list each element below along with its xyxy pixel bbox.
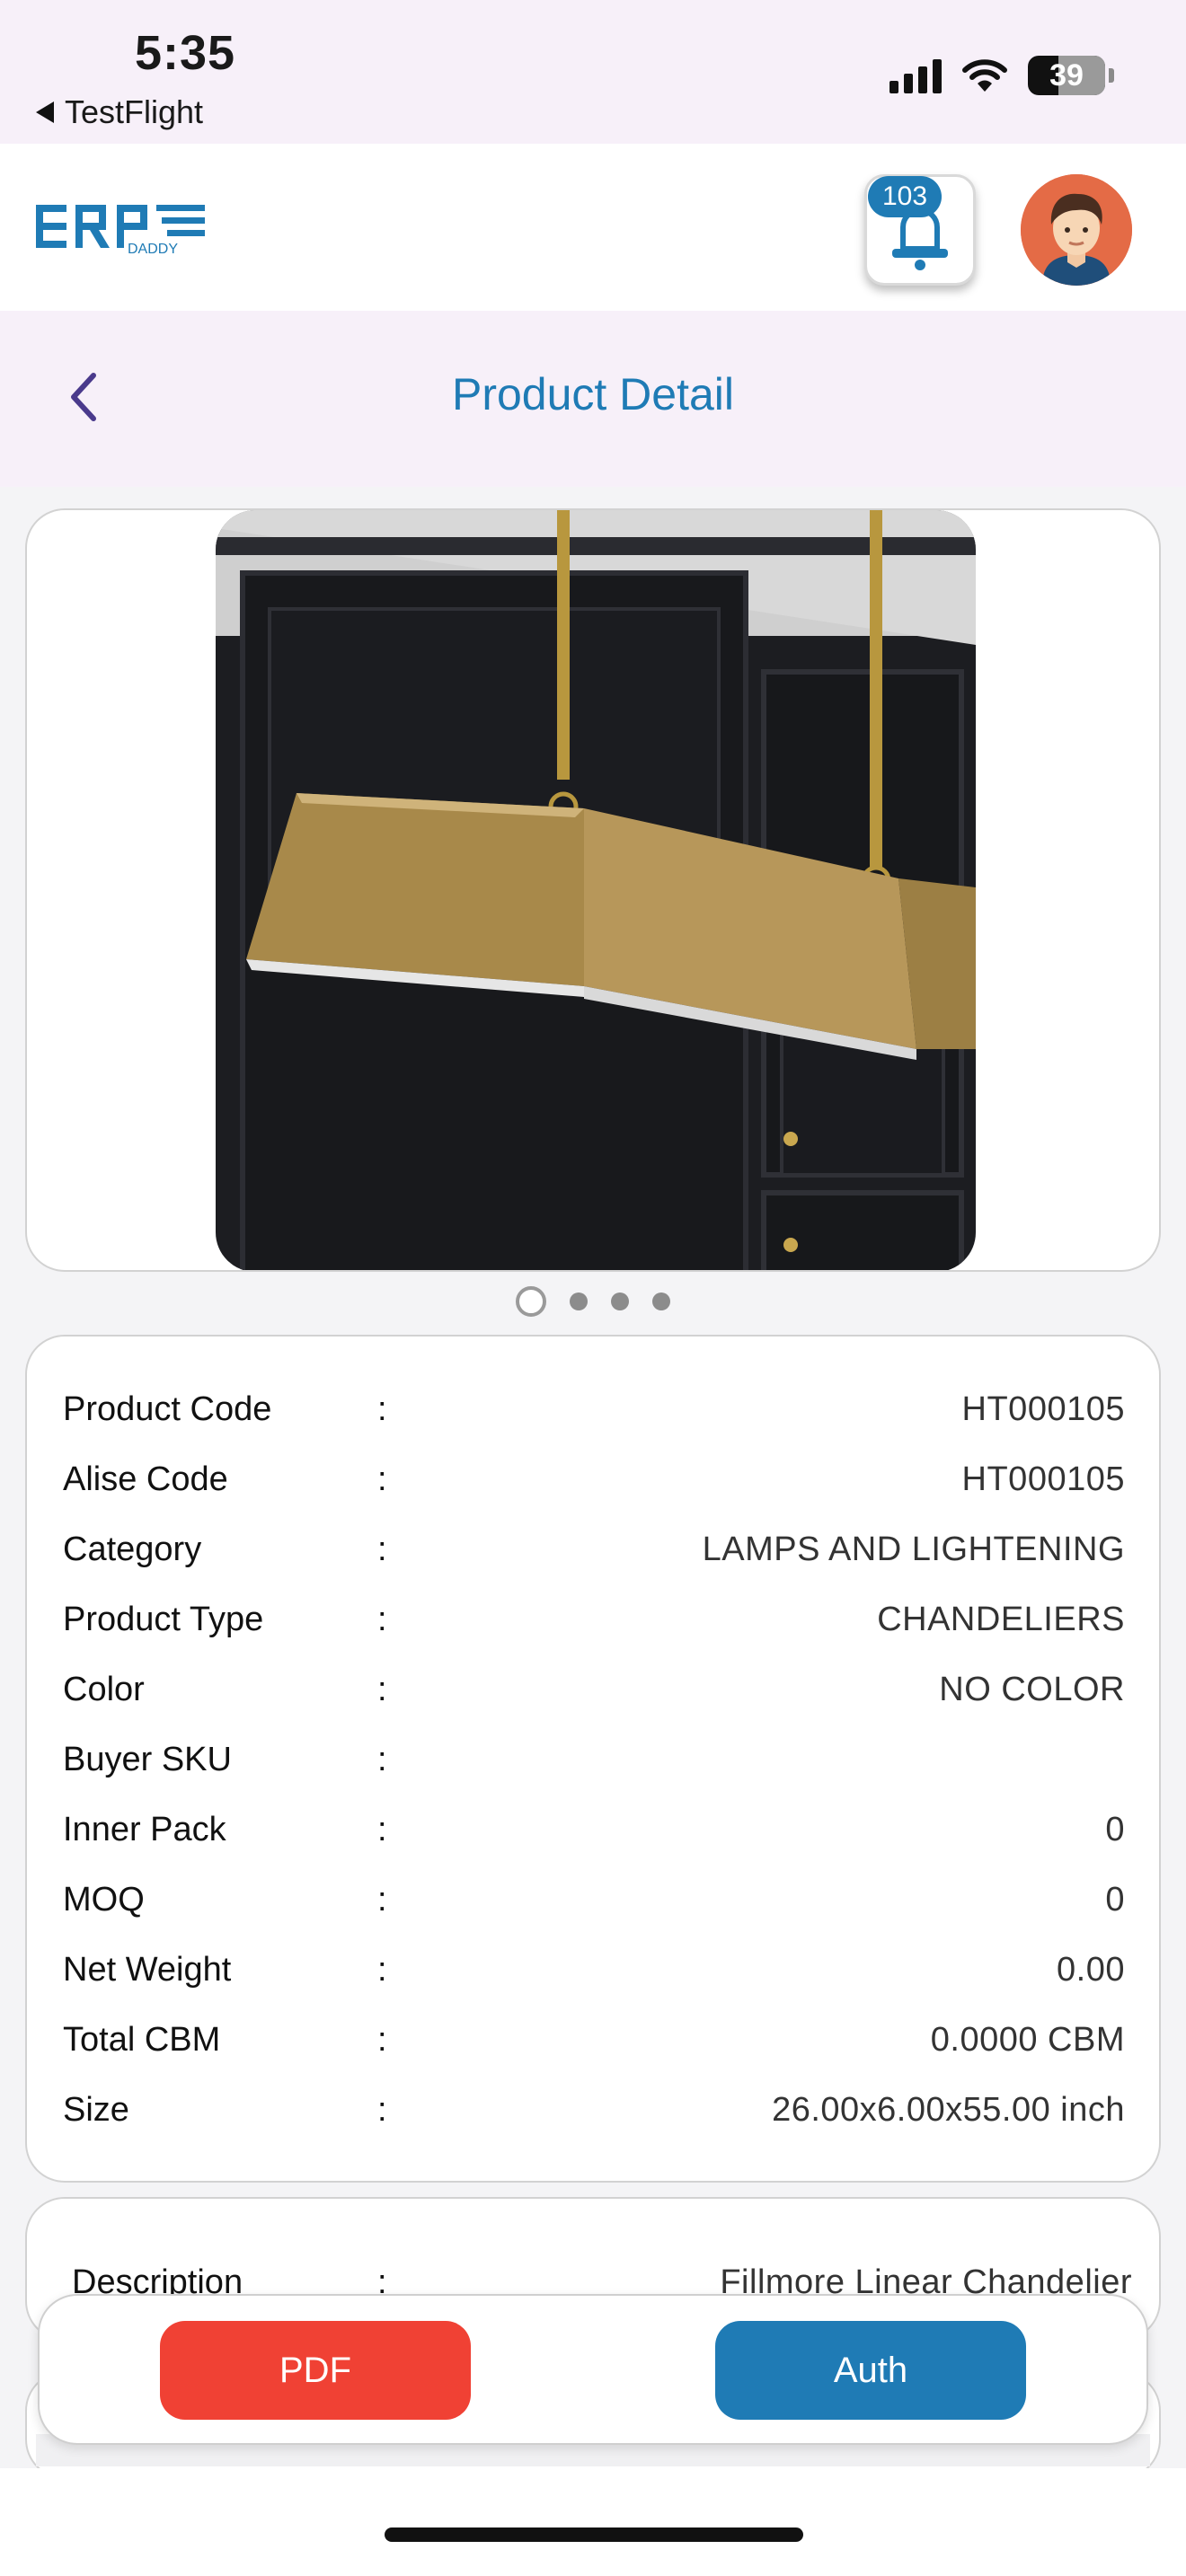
chandelier-image-icon [216, 510, 976, 1270]
bottom-safe-area [0, 2468, 1186, 2576]
info-label: Color [63, 1670, 145, 1708]
product-image-card [25, 508, 1161, 1272]
info-row-product-code: Product Code : HT000105 [63, 1374, 1125, 1444]
carousel-dot[interactable] [652, 1292, 670, 1310]
info-colon: : [377, 2020, 387, 2059]
info-value: 26.00x6.00x55.00 inch [772, 2090, 1125, 2129]
battery-icon: 39 [1028, 56, 1105, 95]
info-colon: : [377, 1670, 387, 1708]
avatar-icon [1021, 174, 1132, 286]
erp-daddy-logo: DADDY [36, 205, 205, 257]
info-label: MOQ [63, 1880, 145, 1919]
info-row-color: Color : NO COLOR [63, 1654, 1125, 1725]
info-row-total-cbm: Total CBM : 0.0000 CBM [63, 2005, 1125, 2075]
info-label: Category [63, 1530, 202, 1568]
info-colon: : [377, 1389, 387, 1428]
auth-button[interactable]: Auth [715, 2321, 1026, 2420]
info-colon: : [377, 1530, 387, 1568]
info-colon: : [377, 1740, 387, 1778]
info-value: 0 [1105, 1810, 1125, 1848]
cellular-signal-icon [890, 57, 942, 93]
info-label: Net Weight [63, 1950, 232, 1989]
page-title: Product Detail [451, 369, 735, 419]
info-label: Alise Code [63, 1460, 228, 1498]
info-row-category: Category : LAMPS AND LIGHTENING [63, 1514, 1125, 1584]
carousel-dot[interactable] [570, 1292, 588, 1310]
info-colon: : [377, 1880, 387, 1919]
carousel-dot-active[interactable] [516, 1286, 546, 1317]
info-label: Product Code [63, 1389, 272, 1428]
app-header: DADDY [0, 144, 1186, 311]
battery-tip [1109, 68, 1114, 83]
back-to-app-link[interactable]: TestFlight [36, 93, 203, 131]
home-indicator[interactable] [385, 2527, 803, 2542]
back-app-label: TestFlight [65, 93, 204, 130]
info-row-product-type: Product Type : CHANDELIERS [63, 1584, 1125, 1654]
info-value: HT000105 [961, 1460, 1125, 1498]
info-row-net-weight: Net Weight : 0.00 [63, 1935, 1125, 2005]
info-colon: : [377, 1950, 387, 1989]
pdf-button[interactable]: PDF [160, 2321, 471, 2420]
info-label: Size [63, 2090, 129, 2129]
info-row-buyer-sku: Buyer SKU : [63, 1725, 1125, 1795]
action-bar: PDF Auth [38, 2294, 1148, 2445]
avatar[interactable] [1021, 174, 1132, 286]
wifi-icon [962, 59, 1007, 92]
carousel-dot[interactable] [611, 1292, 629, 1310]
info-value: HT000105 [961, 1389, 1125, 1428]
info-label: Buyer SKU [63, 1740, 232, 1778]
logo-subtext: DADDY [128, 242, 178, 257]
product-info-card: Product Code : HT000105 Alise Code : HT0… [25, 1335, 1161, 2183]
status-bar: 5:35 TestFlight 39 [0, 0, 1186, 144]
notification-count-badge: 103 [868, 176, 943, 217]
info-colon: : [377, 2090, 387, 2129]
info-value: NO COLOR [939, 1670, 1125, 1708]
status-time: 5:35 [135, 26, 236, 80]
product-image[interactable] [216, 510, 976, 1270]
info-colon: : [377, 1810, 387, 1848]
info-label: Product Type [63, 1600, 264, 1638]
system-icons: 39 [890, 56, 1114, 95]
info-colon: : [377, 1460, 387, 1498]
battery-level: 39 [1049, 57, 1084, 93]
info-value: CHANDELIERS [877, 1600, 1125, 1638]
info-value: 0.00 [1057, 1950, 1125, 1989]
info-row-size: Size : 26.00x6.00x55.00 inch [63, 2075, 1125, 2145]
info-value: LAMPS AND LIGHTENING [702, 1530, 1125, 1568]
carousel-dots [0, 1286, 1186, 1317]
info-value: 0.0000 CBM [930, 2020, 1125, 2059]
info-row-inner-pack: Inner Pack : 0 [63, 1795, 1125, 1865]
info-label: Total CBM [63, 2020, 221, 2059]
title-bar: Product Detail [0, 311, 1186, 487]
info-colon: : [377, 1600, 387, 1638]
back-triangle-icon [36, 101, 54, 123]
info-row-moq: MOQ : 0 [63, 1865, 1125, 1935]
info-value: 0 [1105, 1880, 1125, 1919]
info-label: Inner Pack [63, 1810, 226, 1848]
info-row-alise-code: Alise Code : HT000105 [63, 1444, 1125, 1514]
